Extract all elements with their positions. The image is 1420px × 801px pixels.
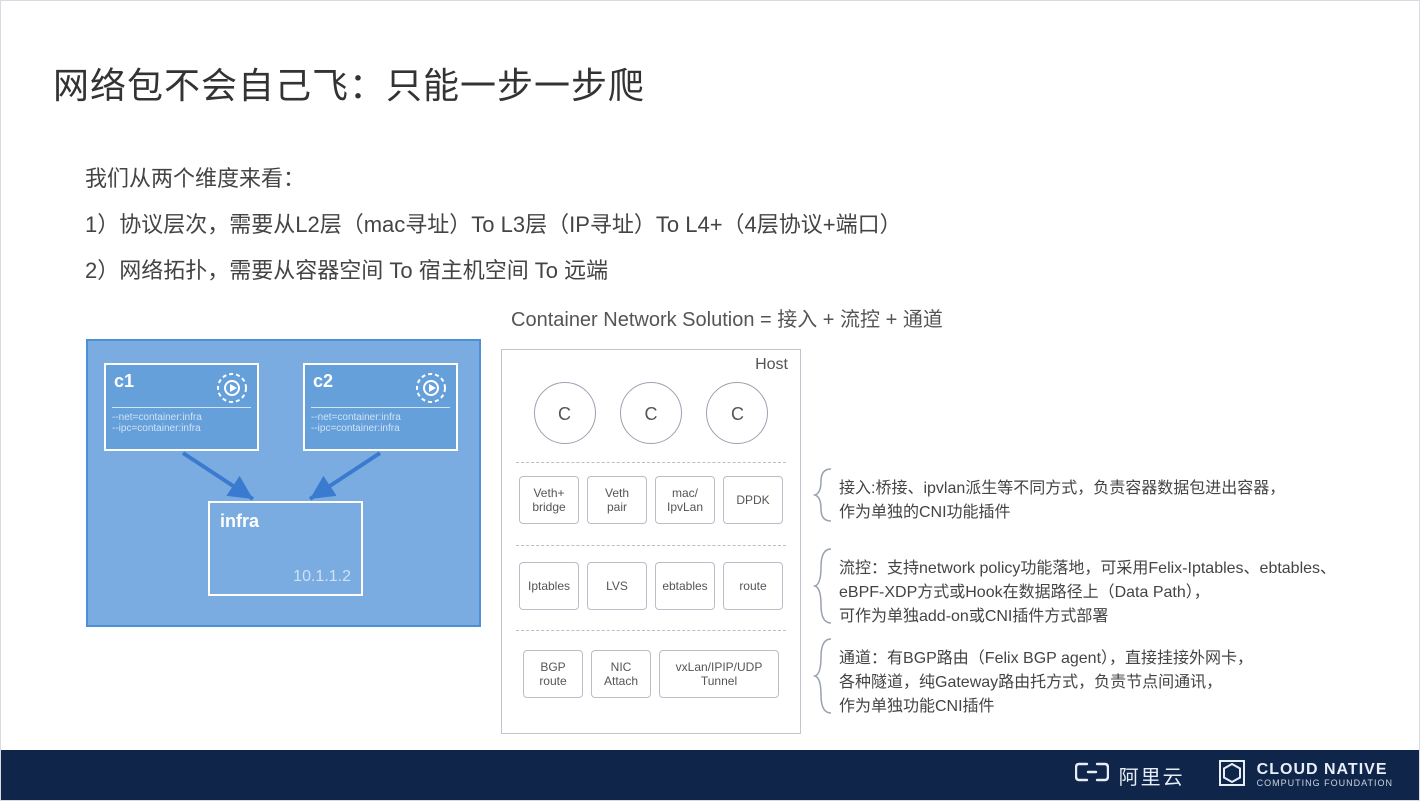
flow-option: Iptables [519,562,579,610]
c2-label: c2 [313,371,333,392]
infra-box: infra 10.1.1.2 [208,501,363,596]
intro-line-1: 1）协议层次，需要从L2层（mac寻址）To L3层（IP寻址）To L4+（4… [85,202,902,248]
intro-block: 我们从两个维度来看： 1）协议层次，需要从L2层（mac寻址）To L3层（IP… [85,156,902,294]
aliyun-bracket-icon [1075,761,1109,789]
tunnel-row: BGProute NICAttach vxLan/IPIP/UDPTunnel [502,650,800,698]
tunnel-option: vxLan/IPIP/UDPTunnel [659,650,779,698]
annotation-flowcontrol: 流控：支持network policy功能落地，可采用Felix-Iptable… [839,557,1336,629]
flow-option: ebtables [655,562,715,610]
annotation-body: 支持network policy功能落地，可采用Felix-Iptables、e… [839,560,1336,625]
slide-title: 网络包不会自己飞：只能一步一步爬 [53,57,645,109]
access-row: Veth+bridge Vethpair mac/IpvLan DPDK [502,476,800,524]
aliyun-text: 阿里云 [1119,761,1185,790]
brace-icon [813,467,833,523]
container-circle: C [620,382,682,444]
slide: 网络包不会自己飞：只能一步一步爬 我们从两个维度来看： 1）协议层次，需要从L2… [0,0,1420,801]
cncf-text: CLOUD NATIVE COMPUTING FOUNDATION [1257,762,1393,788]
brace-icon [813,547,833,625]
gear-icon [215,371,249,410]
access-option: DPDK [723,476,783,524]
annotation-label: 流控： [839,560,887,577]
c1-config: --net=container:infra--ipc=container:inf… [112,407,251,445]
host-title: Host [755,356,788,374]
access-option: Vethpair [587,476,647,524]
divider [516,545,786,546]
container-c2: c2 --net=container:infra--ipc=container:… [303,363,458,451]
flow-option: LVS [587,562,647,610]
cncf-text-big: CLOUD NATIVE [1257,762,1393,778]
tunnel-option: BGProute [523,650,583,698]
intro-line-0: 我们从两个维度来看： [85,156,902,202]
annotation-body: 有BGP路由（Felix BGP agent），直接挂接外网卡，各种隧道，纯Ga… [839,650,1253,715]
intro-line-2: 2）网络拓扑，需要从容器空间 To 宿主机空间 To 远端 [85,248,902,294]
infra-ip: 10.1.1.2 [293,568,351,586]
container-circle: C [706,382,768,444]
cncf-text-small: COMPUTING FOUNDATION [1257,778,1393,788]
annotation-body: 桥接、ipvlan派生等不同方式，负责容器数据包进出容器，作为单独的CNI功能插… [839,480,1285,521]
tunnel-option: NICAttach [591,650,651,698]
infra-label: infra [220,511,259,532]
annotation-tunnel: 通道：有BGP路由（Felix BGP agent），直接挂接外网卡，各种隧道，… [839,647,1253,719]
access-option: Veth+bridge [519,476,579,524]
cncf-logo: CLOUD NATIVE COMPUTING FOUNDATION [1217,758,1393,793]
divider [516,630,786,631]
brace-icon [813,637,833,715]
access-option: mac/IpvLan [655,476,715,524]
divider [516,462,786,463]
pod-diagram: c1 --net=container:infra--ipc=container:… [86,339,481,627]
c2-config: --net=container:infra--ipc=container:inf… [311,407,450,445]
footer-bar: 阿里云 CLOUD NATIVE COMPUTING FOUNDATION [1,750,1419,800]
cncf-hexagon-icon [1217,758,1247,793]
annotation-access: 接入:桥接、ipvlan派生等不同方式，负责容器数据包进出容器，作为单独的CNI… [839,477,1285,525]
container-c1: c1 --net=container:infra--ipc=container:… [104,363,259,451]
flow-option: route [723,562,783,610]
annotation-label: 通道： [839,650,887,667]
container-circle: C [534,382,596,444]
c1-label: c1 [114,371,134,392]
container-circles: C C C [502,382,800,444]
gear-icon [414,371,448,410]
host-diagram: Host C C C Veth+bridge Vethpair mac/IpvL… [501,349,801,734]
flowcontrol-row: Iptables LVS ebtables route [502,562,800,610]
annotation-label: 接入: [839,480,875,497]
equation-text: Container Network Solution = 接入 + 流控 + 通… [511,303,943,332]
aliyun-logo: 阿里云 [1075,761,1185,790]
